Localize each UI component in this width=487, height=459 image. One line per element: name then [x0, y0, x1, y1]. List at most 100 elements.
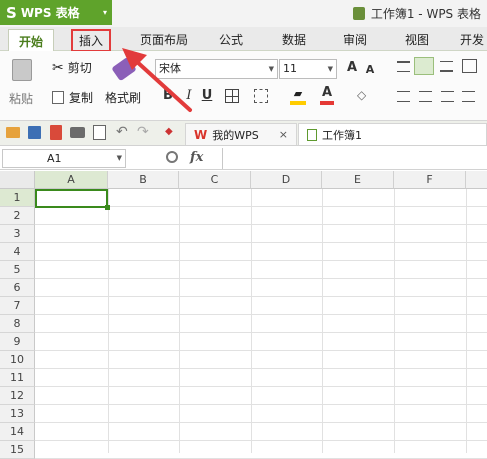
table-row[interactable] [35, 387, 487, 405]
align-top-icon[interactable] [397, 61, 410, 72]
font-name-select[interactable]: 宋体 ▼ [155, 59, 278, 79]
spreadsheet-grid[interactable]: A B C D E F 1 2 3 4 5 6 7 8 9 10 11 12 1… [0, 171, 487, 459]
column-header-c[interactable]: C [179, 171, 251, 189]
align-left-icon[interactable] [397, 91, 410, 102]
tab-insert[interactable]: 插入 [71, 29, 112, 52]
column-header-d[interactable]: D [251, 171, 322, 189]
cut-label: 剪切 [67, 61, 92, 75]
close-icon[interactable]: × [279, 128, 288, 141]
export-pdf-icon[interactable] [50, 125, 62, 140]
underline-button[interactable]: U [200, 87, 214, 105]
table-row[interactable] [35, 315, 487, 333]
paste-button[interactable]: 粘贴 [9, 90, 33, 107]
tab-review[interactable]: 审阅 [343, 31, 367, 48]
column-header-b[interactable]: B [108, 171, 179, 189]
font-color-button[interactable]: A [320, 85, 334, 105]
scissors-icon: ✂ [52, 59, 64, 76]
align-center-icon[interactable] [419, 91, 432, 102]
table-row[interactable] [35, 405, 487, 423]
doc-tab-my-wps-label: 我的WPS [212, 128, 259, 142]
open-folder-icon[interactable] [6, 127, 20, 138]
column-header-e[interactable]: E [322, 171, 394, 189]
align-middle-icon[interactable] [414, 57, 434, 75]
ribbon-tabs: 开始 插入 页面布局 公式 数据 审阅 视图 开发 [0, 27, 487, 52]
font-size-select[interactable]: 11 ▼ [279, 59, 337, 79]
fill-handle[interactable] [105, 205, 110, 210]
table-row[interactable] [35, 351, 487, 369]
shrink-font-button[interactable]: A [363, 61, 377, 79]
doc-tab-my-wps[interactable]: W 我的WPS × [185, 123, 297, 145]
copy-label: 复制 [69, 91, 94, 105]
tab-formulas[interactable]: 公式 [219, 31, 243, 48]
zoom-search-icon[interactable] [166, 151, 178, 163]
row-header[interactable]: 8 [0, 315, 35, 333]
fill-color-icon[interactable]: ▰ [290, 87, 306, 105]
doc-tab-workbook[interactable]: 工作簿1 [298, 123, 487, 145]
row-header[interactable]: 4 [0, 243, 35, 261]
formula-input[interactable] [222, 148, 487, 169]
row-header[interactable]: 10 [0, 351, 35, 369]
row-header[interactable]: 1 [0, 189, 35, 207]
app-name: WPS 表格 [20, 6, 80, 20]
cell-style-icon[interactable] [254, 89, 268, 103]
cut-button[interactable]: ✂ 剪切 [52, 59, 92, 76]
italic-button[interactable]: I [182, 87, 196, 105]
chevron-down-icon: ▾ [102, 8, 107, 17]
table-row[interactable] [35, 441, 487, 459]
undo-icon[interactable]: ↶ [116, 124, 128, 140]
tab-view[interactable]: 视图 [405, 31, 429, 48]
align-right-icon[interactable] [441, 91, 454, 102]
format-painter-icon[interactable] [111, 56, 137, 82]
table-row[interactable] [35, 423, 487, 441]
paste-icon[interactable] [12, 59, 32, 81]
redo-icon[interactable]: ↷ [137, 124, 149, 140]
wrap-text-icon[interactable] [462, 59, 477, 73]
app-menu-button[interactable]: S WPS 表格 ▾ [0, 0, 112, 25]
insert-function-button[interactable]: fx [190, 150, 203, 165]
wps-w-icon: W [194, 127, 208, 142]
row-header[interactable]: 13 [0, 405, 35, 423]
clear-format-icon[interactable]: ◇ [357, 88, 371, 104]
tab-developer[interactable]: 开发 [460, 31, 484, 48]
bold-button[interactable]: B [160, 87, 176, 105]
format-painter-button[interactable]: 格式刷 [105, 89, 141, 106]
table-row[interactable] [35, 261, 487, 279]
row-header[interactable]: 3 [0, 225, 35, 243]
tab-page-layout[interactable]: 页面布局 [140, 31, 188, 48]
table-row[interactable] [35, 279, 487, 297]
table-row[interactable] [35, 207, 487, 225]
table-row[interactable] [35, 369, 487, 387]
name-box[interactable]: A1 ▼ [2, 149, 126, 168]
column-header-f[interactable]: F [394, 171, 466, 189]
table-row[interactable] [35, 243, 487, 261]
row-header[interactable]: 6 [0, 279, 35, 297]
customize-qat-icon[interactable]: ◆ [165, 126, 173, 137]
print-icon[interactable] [70, 127, 85, 138]
row-header[interactable]: 9 [0, 333, 35, 351]
column-header-a[interactable]: A [35, 171, 108, 189]
table-row[interactable] [35, 225, 487, 243]
align-bottom-icon[interactable] [440, 61, 453, 72]
chevron-down-icon: ▼ [327, 65, 333, 73]
justify-icon[interactable] [462, 91, 475, 102]
save-icon[interactable] [28, 126, 41, 139]
selected-cell-a1[interactable] [35, 189, 110, 210]
table-row[interactable] [35, 297, 487, 315]
print-preview-icon[interactable] [93, 125, 106, 140]
copy-button[interactable]: 复制 [52, 89, 93, 106]
table-row[interactable] [35, 333, 487, 351]
row-header[interactable]: 12 [0, 387, 35, 405]
grow-font-button[interactable]: A [344, 59, 360, 77]
row-header[interactable]: 7 [0, 297, 35, 315]
row-header[interactable]: 14 [0, 423, 35, 441]
row-header[interactable]: 5 [0, 261, 35, 279]
select-all-corner[interactable] [0, 171, 35, 189]
tab-home[interactable]: 开始 [8, 29, 55, 52]
borders-icon[interactable] [225, 89, 239, 103]
row-header[interactable]: 15 [0, 441, 35, 459]
row-header[interactable]: 2 [0, 207, 35, 225]
wps-logo-icon: S [6, 3, 17, 22]
column-header-overflow[interactable] [466, 171, 487, 189]
row-header[interactable]: 11 [0, 369, 35, 387]
tab-data[interactable]: 数据 [282, 31, 306, 48]
